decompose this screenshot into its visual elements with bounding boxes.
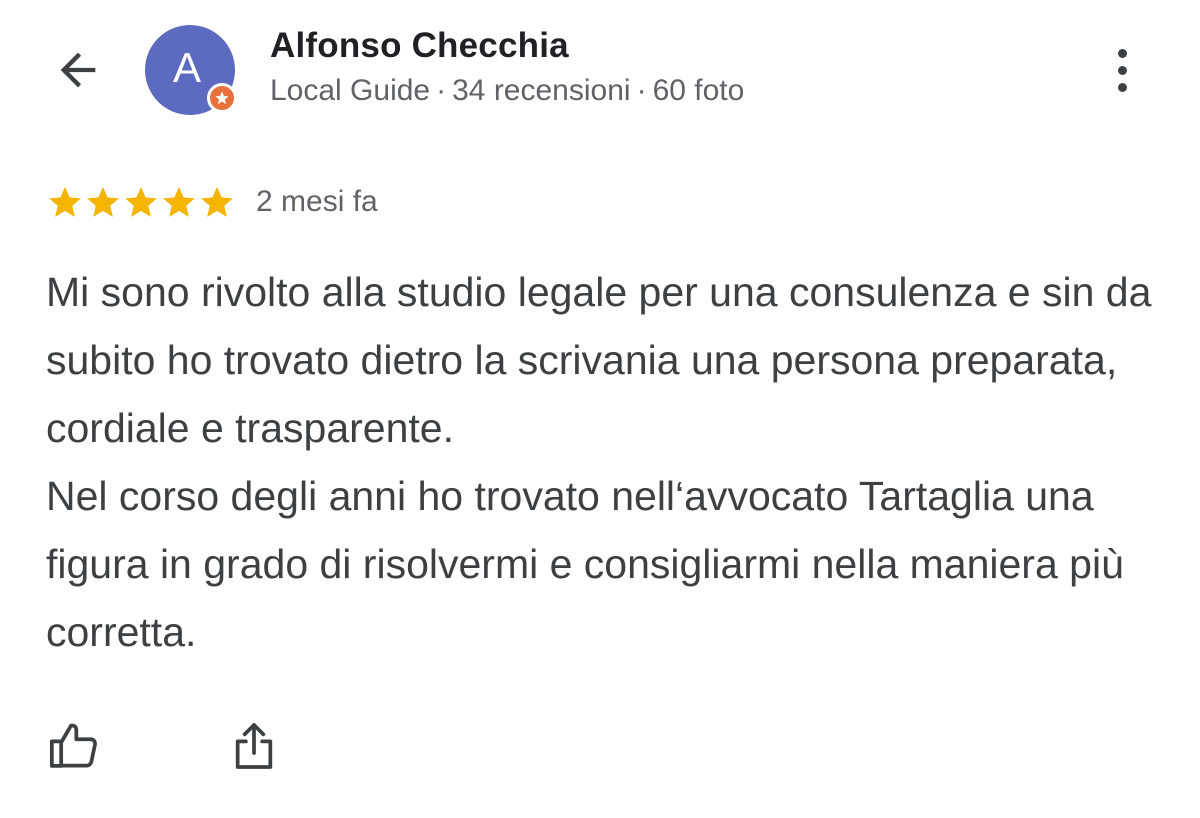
share-icon [226, 718, 282, 779]
avatar[interactable]: A [145, 25, 237, 115]
share-button[interactable] [222, 716, 286, 780]
local-guide-badge-icon [207, 83, 237, 113]
photo-count: 60 foto [652, 74, 745, 107]
rating-row: 2 mesi fa [46, 180, 378, 224]
review-date: 2 mesi fa [256, 185, 378, 218]
thumb-up-icon [46, 718, 102, 779]
arrow-back-icon [52, 44, 104, 101]
like-button[interactable] [42, 716, 106, 780]
avatar-letter: A [172, 44, 201, 91]
star-icon [201, 186, 233, 217]
star-rating [46, 183, 236, 221]
back-button[interactable] [48, 44, 108, 100]
star-icon [49, 186, 81, 217]
meta-separator: · [636, 74, 647, 107]
review-paragraph: Nel corso degli anni ho trovato nell‘avv… [46, 473, 1124, 655]
review-paragraph: Mi sono rivolto alla studio legale per u… [46, 269, 1152, 451]
more-vert-icon [1117, 48, 1127, 58]
author-name[interactable]: Alfonso Checchia [270, 26, 569, 66]
more-vert-icon [1117, 65, 1127, 75]
more-options-button[interactable] [1100, 40, 1144, 100]
review-text: Mi sono rivolto alla studio legale per u… [46, 258, 1166, 666]
meta-separator: · [436, 74, 447, 107]
more-vert-icon [1117, 82, 1127, 92]
star-icon [87, 186, 119, 217]
author-meta: Local Guide · 34 recensioni · 60 foto [270, 74, 744, 108]
guide-level: Local Guide [270, 74, 431, 107]
star-icon [125, 186, 157, 217]
review-count: 34 recensioni [452, 74, 631, 107]
star-icon [163, 186, 195, 217]
